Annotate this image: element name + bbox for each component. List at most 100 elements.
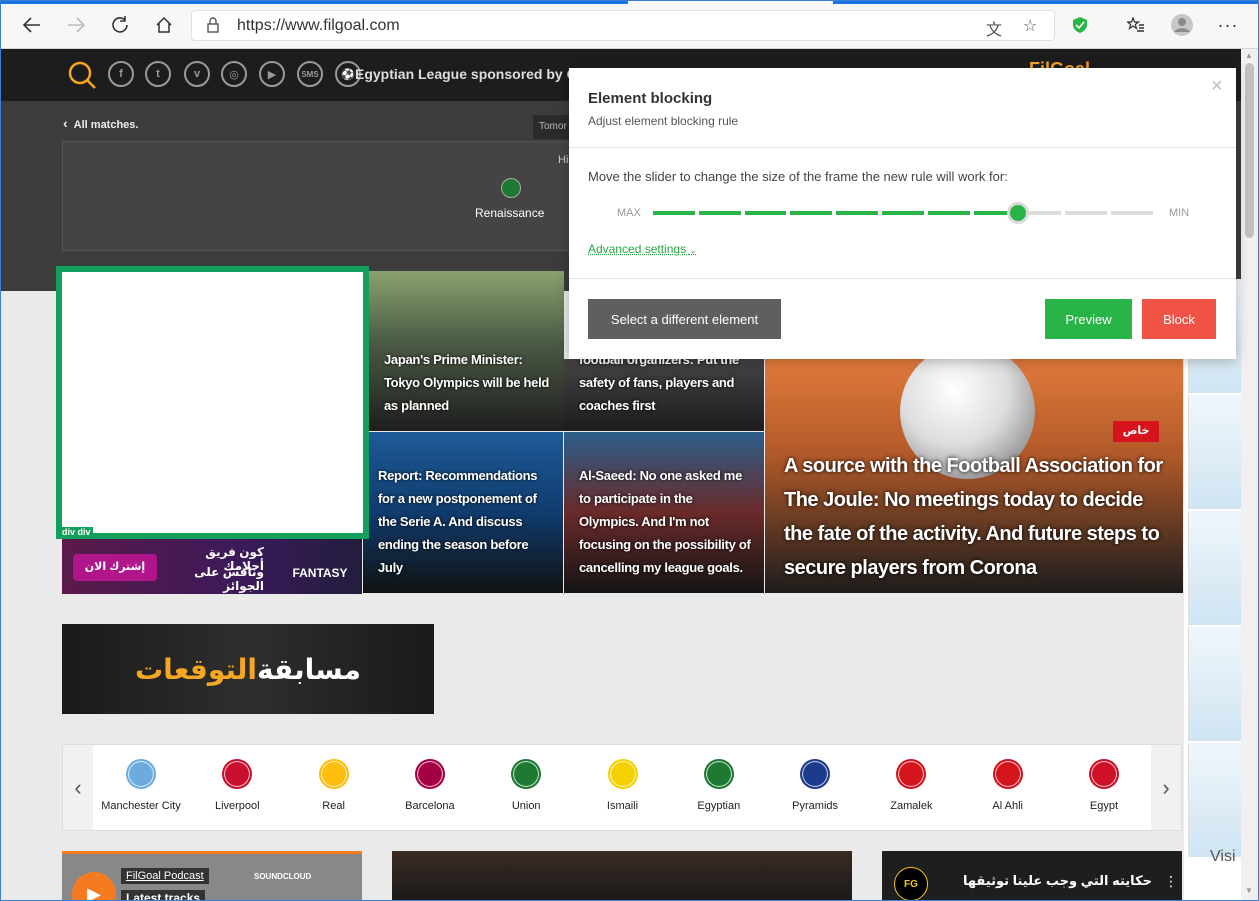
channel-avatar: FG — [894, 867, 928, 900]
ad-product[interactable] — [1188, 627, 1241, 741]
play-icon[interactable]: ▶ — [72, 872, 116, 900]
all-matches-link[interactable]: ‹ All matches. — [63, 115, 138, 131]
facebook-icon[interactable]: f — [108, 61, 134, 87]
dialog-subtitle: Adjust element blocking rule — [588, 114, 739, 128]
browser-window: https://www.filgoal.com 文 ☆ ··· f t v ◎ … — [0, 0, 1259, 901]
divider — [569, 147, 1236, 148]
chevron-left-icon: ‹ — [63, 115, 68, 131]
slider-segment[interactable] — [1111, 211, 1153, 215]
instagram-icon[interactable]: ◎ — [221, 61, 247, 87]
scroll-up-icon[interactable]: ▲ — [1245, 51, 1253, 60]
teams-carousel: ‹ Manchester City Liverpool Real Barcelona U… — [62, 744, 1182, 831]
team-label: Liverpool — [214, 800, 260, 812]
ad-product[interactable] — [1188, 395, 1241, 509]
team-item[interactable]: Manchester City — [93, 759, 189, 812]
sms-icon[interactable]: SMS — [297, 61, 323, 87]
url-text: https://www.filgoal.com — [237, 17, 400, 34]
home-button[interactable] — [149, 10, 179, 40]
team-item[interactable]: Barcelona — [382, 759, 478, 812]
slider-segment[interactable] — [744, 211, 787, 215]
team-item[interactable]: Union — [478, 759, 574, 812]
subscribe-button[interactable]: إشترك الان — [73, 554, 157, 581]
slider-segment[interactable] — [790, 211, 833, 215]
page-scrollbar[interactable]: ▲ ▼ — [1241, 49, 1258, 900]
slider-segment[interactable] — [1065, 211, 1108, 215]
arrow-left-icon — [23, 17, 40, 33]
refresh-button[interactable] — [105, 10, 135, 40]
team-crest-icon — [607, 759, 638, 789]
ad-product[interactable] — [1188, 743, 1241, 857]
podcast-title[interactable]: FilGoal Podcast — [121, 868, 209, 884]
more-menu-button[interactable]: ··· — [1213, 10, 1243, 40]
carousel-prev-button[interactable]: ‹ — [63, 745, 93, 830]
team-crest-icon — [318, 759, 349, 789]
back-button[interactable] — [17, 10, 47, 40]
slider-handle[interactable] — [1006, 202, 1029, 224]
tab-tomorrow[interactable]: Tomor — [533, 115, 573, 139]
team-label: Egyptian — [697, 800, 741, 812]
scrollbar-thumb[interactable] — [1245, 63, 1254, 238]
slider-instruction: Move the slider to change the size of th… — [588, 169, 1008, 184]
news-tile[interactable]: Report: Recommendations for a new postpo… — [363, 432, 563, 593]
predictions-title-a: مسابقة — [256, 653, 361, 685]
match-card[interactable]: Hi Renaissance — [62, 141, 582, 251]
video-card[interactable]: FG حكايته التي وجب علينا توثيقها ⋮ — [882, 851, 1182, 900]
news-tile[interactable]: Al-Saeed: No one asked me to participate… — [564, 432, 764, 593]
news-tile[interactable]: football organizers: Put the safety of f… — [564, 359, 764, 431]
select-different-element-button[interactable]: Select a different element — [588, 299, 781, 339]
team-item[interactable]: Ismaili — [575, 759, 671, 812]
profile-button[interactable] — [1167, 10, 1197, 40]
news-headline: Japan's Prime Minister: Tokyo Olympics w… — [384, 352, 550, 413]
more-vertical-icon[interactable]: ⋮ — [1164, 873, 1178, 890]
slider-segment[interactable] — [927, 211, 970, 215]
predictions-banner[interactable]: التوقعات مسابقة — [62, 624, 434, 714]
slider-segment[interactable] — [882, 211, 924, 215]
ad-product[interactable] — [1188, 511, 1241, 625]
team-item[interactable]: Zamalek — [863, 759, 959, 812]
team-item[interactable]: Real — [286, 759, 382, 812]
forward-button[interactable] — [61, 10, 91, 40]
youtube-icon[interactable]: ▶ — [259, 61, 285, 87]
slider-segment[interactable] — [653, 211, 695, 215]
shield-extension-button[interactable] — [1065, 10, 1095, 40]
team-item[interactable]: Liverpool — [189, 759, 285, 812]
team-crest-icon — [896, 759, 927, 789]
close-icon[interactable]: × — [1211, 75, 1223, 98]
team-item[interactable]: Egypt — [1056, 759, 1152, 812]
news-tile[interactable]: Japan's Prime Minister: Tokyo Olympics w… — [369, 271, 564, 431]
predictions-title: التوقعات مسابقة — [62, 624, 434, 714]
advanced-settings-link[interactable]: Advanced settings ⌄ — [588, 242, 697, 256]
slider-segment[interactable] — [698, 211, 741, 215]
vine-icon[interactable]: v — [184, 61, 210, 87]
team-crest-icon — [1089, 759, 1119, 789]
fantasy-logo: FANTASY — [292, 566, 348, 580]
frame-size-slider[interactable] — [653, 202, 1153, 224]
video-thumbnail[interactable] — [392, 851, 852, 900]
team-item[interactable]: Al Ahli — [960, 759, 1056, 812]
fantasy-banner[interactable]: إشترك الان كون فريق أحلامك ونافس على الج… — [62, 539, 362, 594]
dialog-title: Element blocking — [588, 90, 713, 107]
scroll-down-icon[interactable]: ▼ — [1245, 886, 1253, 895]
star-icon[interactable]: ☆ — [1023, 16, 1037, 36]
team-item[interactable]: Egyptian — [671, 759, 767, 812]
visit-text[interactable]: Visi — [1210, 848, 1236, 866]
preview-button[interactable]: Preview — [1045, 299, 1132, 339]
favorites-button[interactable] — [1121, 10, 1151, 40]
slider-segment[interactable] — [836, 211, 879, 215]
twitter-icon[interactable]: t — [145, 61, 171, 87]
podcast-widget[interactable]: ▶ FilGoal Podcast Latest tracks SOUNDCLO… — [62, 851, 362, 900]
address-bar[interactable]: https://www.filgoal.com 文 ☆ — [191, 10, 1055, 41]
block-button[interactable]: Block — [1142, 299, 1216, 339]
news-headline: Report: Recommendations for a new postpo… — [378, 468, 538, 575]
team-item[interactable]: Pyramids — [767, 759, 863, 812]
featured-story[interactable]: خاص A source with the Football Associati… — [765, 344, 1183, 593]
team-label: Manchester City — [101, 800, 181, 812]
team-crest-icon — [511, 759, 542, 789]
search-icon[interactable] — [67, 60, 97, 90]
carousel-next-button[interactable]: › — [1151, 745, 1181, 830]
arrow-right-icon — [68, 17, 85, 33]
blocked-element-highlight[interactable] — [56, 266, 369, 539]
all-matches-label: All matches. — [73, 119, 139, 131]
translate-icon[interactable]: 文 — [986, 16, 1002, 40]
tab-accent-bar — [1, 1, 628, 4]
